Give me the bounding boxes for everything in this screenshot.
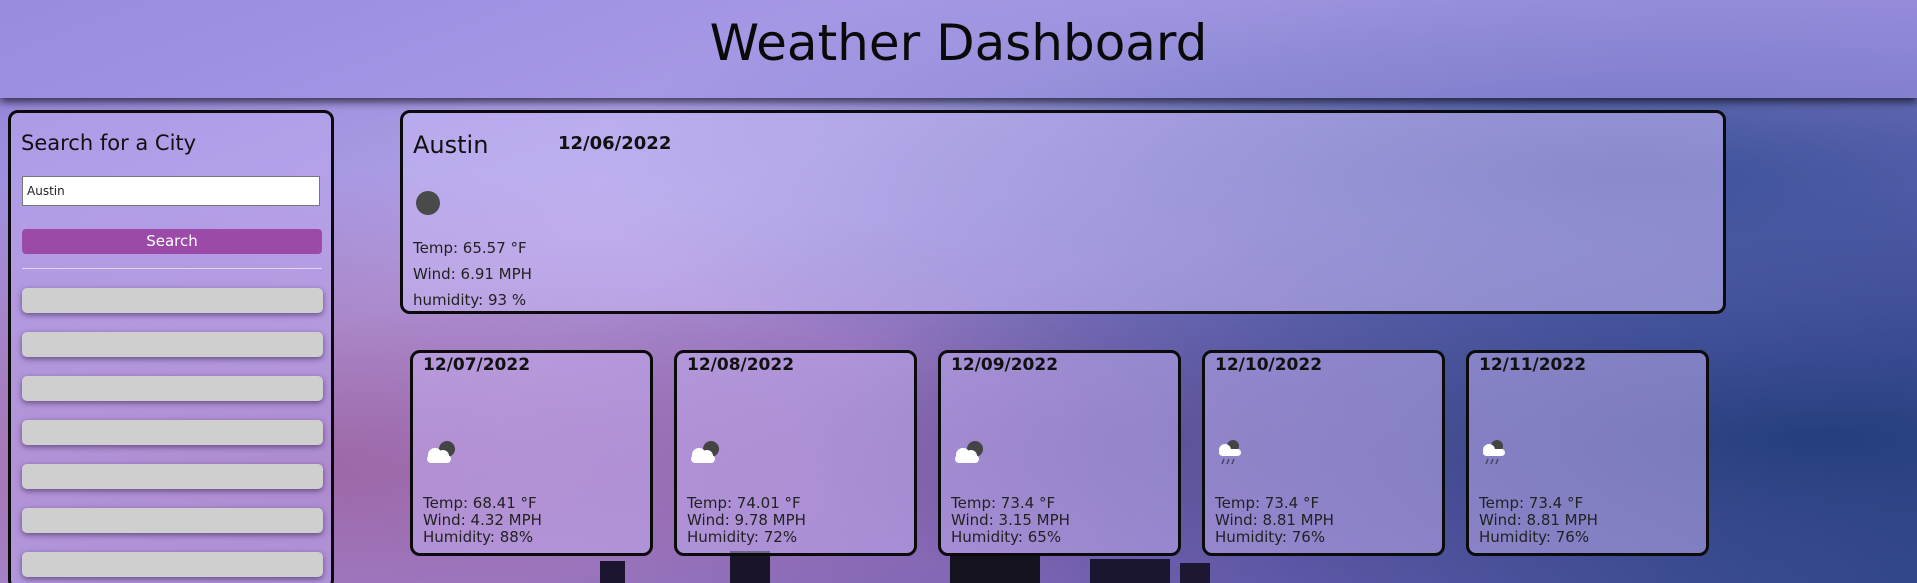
divider [22, 268, 322, 269]
forecast-wind: Wind: 8.81 MPH [1479, 511, 1598, 529]
history-button[interactable] [22, 288, 323, 313]
search-button[interactable]: Search [22, 229, 322, 254]
forecast-temp: Temp: 73.4 °F [1215, 494, 1320, 512]
city-search-input[interactable] [22, 176, 320, 206]
page-header: Weather Dashboard [0, 0, 1917, 98]
forecast-card: 12/07/2022 Temp: 68.41 °F Wind: 4.32 MPH… [410, 350, 653, 556]
forecast-wind: Wind: 8.81 MPH [1215, 511, 1334, 529]
history-button[interactable] [22, 376, 323, 401]
current-city: Austin [413, 131, 489, 159]
forecast-wind: Wind: 9.78 MPH [687, 511, 806, 529]
forecast-humidity: Humidity: 76% [1215, 528, 1326, 546]
search-sidebar: Search for a City Search [8, 110, 334, 583]
forecast-wind: Wind: 3.15 MPH [951, 511, 1070, 529]
current-weather-panel: Austin 12/06/2022 Temp: 65.57 °F Wind: 6… [400, 110, 1726, 314]
current-wind: Wind: 6.91 MPH [413, 265, 532, 283]
forecast-card: 12/10/2022 Temp: 73.4 °F Wind: 8.81 MPH … [1202, 350, 1445, 556]
current-humidity: humidity: 93 % [413, 291, 527, 309]
forecast-date: 12/11/2022 [1479, 355, 1587, 375]
current-date: 12/06/2022 [558, 133, 672, 154]
cloudy-icon [427, 441, 455, 463]
page-title: Weather Dashboard [709, 14, 1208, 72]
forecast-card: 12/09/2022 Temp: 73.4 °F Wind: 3.15 MPH … [938, 350, 1181, 556]
cloudy-icon [955, 441, 983, 463]
forecast-humidity: Humidity: 65% [951, 528, 1062, 546]
forecast-humidity: Humidity: 88% [423, 528, 534, 546]
forecast-temp: Temp: 73.4 °F [1479, 494, 1584, 512]
history-button[interactable] [22, 552, 323, 577]
forecast-wind: Wind: 4.32 MPH [423, 511, 542, 529]
history-button[interactable] [22, 420, 323, 445]
forecast-temp: Temp: 68.41 °F [423, 494, 537, 512]
history-button[interactable] [22, 332, 323, 357]
forecast-date: 12/07/2022 [423, 355, 531, 375]
forecast-humidity: Humidity: 76% [1479, 528, 1590, 546]
history-button[interactable] [22, 508, 323, 533]
forecast-temp: Temp: 73.4 °F [951, 494, 1056, 512]
search-heading: Search for a City [21, 131, 197, 155]
forecast-date: 12/08/2022 [687, 355, 795, 375]
forecast-date: 12/10/2022 [1215, 355, 1323, 375]
history-button[interactable] [22, 464, 323, 489]
cloudy-icon [691, 441, 719, 463]
forecast-card: 12/11/2022 Temp: 73.4 °F Wind: 8.81 MPH … [1466, 350, 1709, 556]
rain-cloud-icon [1483, 440, 1505, 465]
rain-cloud-icon [1219, 440, 1241, 465]
current-temp: Temp: 65.57 °F [413, 239, 527, 257]
forecast-humidity: Humidity: 72% [687, 528, 798, 546]
forecast-card: 12/08/2022 Temp: 74.01 °F Wind: 9.78 MPH… [674, 350, 917, 556]
forecast-temp: Temp: 74.01 °F [687, 494, 801, 512]
dark-circle-icon [416, 191, 440, 215]
forecast-date: 12/09/2022 [951, 355, 1059, 375]
